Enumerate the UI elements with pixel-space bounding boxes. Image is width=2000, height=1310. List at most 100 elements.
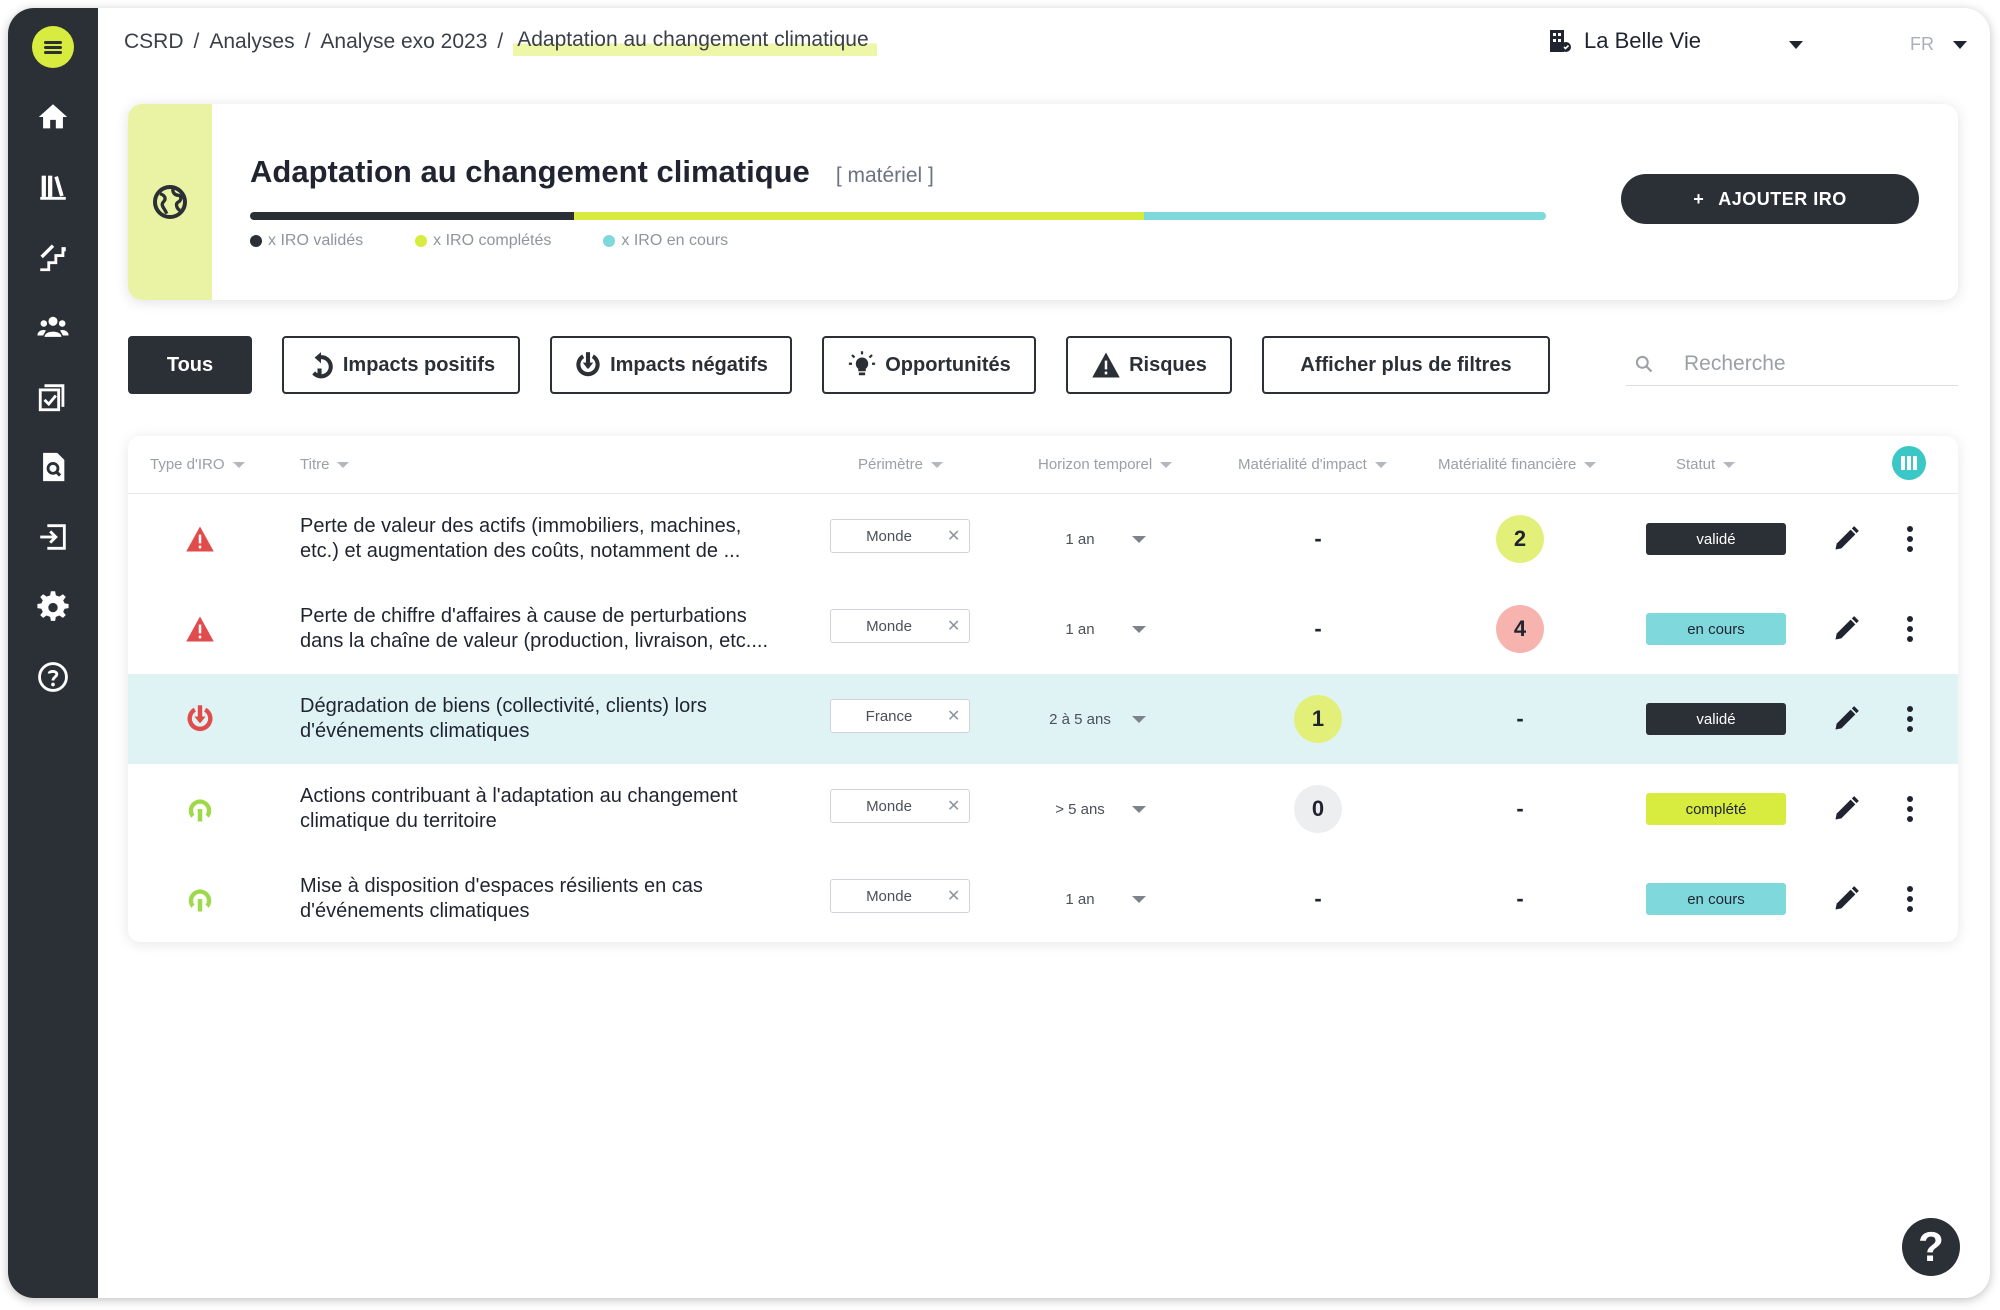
- iro-title[interactable]: Perte de valeur des actifs (immobiliers,…: [300, 494, 812, 584]
- edit-button[interactable]: [1828, 881, 1864, 917]
- edit-button[interactable]: [1828, 611, 1864, 647]
- sort-caret-icon: [1584, 461, 1597, 468]
- sidebar-item-users[interactable]: [8, 292, 98, 362]
- positive-impact-icon: [188, 889, 212, 912]
- building-icon: [1550, 30, 1571, 52]
- more-options-button[interactable]: [1892, 791, 1928, 827]
- horizon-value: > 5 ans: [1055, 800, 1105, 818]
- table-row[interactable]: Dégradation de biens (collectivité, clie…: [128, 674, 1958, 764]
- iro-title-line: Actions contribuant à l'adaptation au ch…: [300, 785, 738, 807]
- column-header-title[interactable]: Titre: [300, 456, 350, 473]
- column-header-perimeter[interactable]: Périmètre: [858, 456, 944, 473]
- materiality-tag: [ matériel ]: [835, 164, 934, 187]
- chevron-down-icon: [1132, 625, 1146, 633]
- progress-legend: x IRO validés x IRO complétés x IRO en cou…: [250, 232, 728, 250]
- close-icon[interactable]: ✕: [947, 886, 960, 906]
- column-header-horizon[interactable]: Horizon temporel: [1038, 456, 1173, 473]
- more-filters-button[interactable]: Afficher plus de filtres: [1262, 336, 1550, 394]
- iro-title-line: dans la chaîne de valeur (production, li…: [300, 630, 769, 652]
- warning-icon: [1092, 352, 1120, 378]
- horizon-dropdown[interactable]: 1 an: [1038, 884, 1164, 914]
- iro-title[interactable]: Perte de chiffre d'affaires à cause de p…: [300, 584, 812, 674]
- chevron-down-icon: [1132, 535, 1146, 543]
- chevron-down-icon: [1953, 40, 1967, 49]
- edit-button[interactable]: [1828, 701, 1864, 737]
- iro-title[interactable]: Dégradation de biens (collectivité, clie…: [300, 674, 812, 764]
- filter-opportunities-label: Opportunités: [885, 353, 1011, 376]
- pencil-icon: [1835, 796, 1859, 820]
- gear-icon: [37, 591, 69, 621]
- column-header-title-label: Titre: [300, 456, 330, 473]
- sidebar-item-search-document[interactable]: [8, 432, 98, 502]
- iro-type-cell: [180, 764, 220, 854]
- horizon-dropdown[interactable]: 2 à 5 ans: [1038, 704, 1164, 734]
- more-options-button[interactable]: [1892, 611, 1928, 647]
- table-row[interactable]: Actions contribuant à l'adaptation au ch…: [128, 764, 1958, 854]
- more-vertical-icon: [1907, 526, 1913, 552]
- column-header-status[interactable]: Statut: [1676, 456, 1736, 473]
- column-header-status-label: Statut: [1676, 456, 1716, 473]
- horizon-value: 1 an: [1065, 530, 1095, 548]
- more-options-button[interactable]: [1892, 521, 1928, 557]
- table-row[interactable]: Mise à disposition d'espaces résilients …: [128, 854, 1958, 942]
- status-badge: validé: [1646, 523, 1786, 555]
- horizon-dropdown[interactable]: > 5 ans: [1038, 794, 1164, 824]
- perimeter-label: Monde: [866, 617, 912, 635]
- breadcrumb-csrd[interactable]: CSRD: [124, 30, 184, 54]
- add-iro-button[interactable]: + AJOUTER IRO: [1621, 174, 1919, 224]
- sidebar-item-library[interactable]: [8, 152, 98, 222]
- close-icon[interactable]: ✕: [947, 796, 960, 816]
- filter-positive-impacts-button[interactable]: Impacts positifs: [282, 336, 520, 394]
- language-selector[interactable]: FR: [1910, 34, 1968, 55]
- breadcrumb-analysis[interactable]: Analyse exo 2023: [320, 30, 487, 54]
- search-input[interactable]: [1684, 351, 1944, 376]
- filter-risks-button[interactable]: Risques: [1066, 336, 1232, 394]
- column-settings-button[interactable]: [1892, 446, 1926, 480]
- home-icon: [38, 104, 68, 129]
- iro-title[interactable]: Actions contribuant à l'adaptation au ch…: [300, 764, 812, 854]
- iro-title-line: Mise à disposition d'espaces résilients …: [300, 875, 703, 897]
- iro-progress-bar: [250, 212, 1546, 220]
- breadcrumb-analyses[interactable]: Analyses: [209, 30, 294, 54]
- filter-all-button[interactable]: Tous: [128, 336, 252, 394]
- financial-materiality-score: 4: [1496, 605, 1544, 653]
- column-header-type[interactable]: Type d'IRO: [150, 456, 245, 473]
- chevron-down-icon[interactable]: [1788, 40, 1804, 50]
- breadcrumb: CSRD / Analyses / Analyse exo 2023 / Ada…: [124, 28, 877, 56]
- sidebar-item-import[interactable]: [8, 502, 98, 572]
- horizon-dropdown[interactable]: 1 an: [1038, 524, 1164, 554]
- sidebar-item-help[interactable]: [8, 642, 98, 712]
- sidebar-item-stairs[interactable]: [8, 222, 98, 292]
- iro-title[interactable]: Mise à disposition d'espaces résilients …: [300, 854, 812, 942]
- table-row[interactable]: Perte de valeur des actifs (immobiliers,…: [128, 494, 1958, 584]
- checklist-icon: [38, 384, 65, 412]
- more-vertical-icon: [1907, 886, 1913, 912]
- app-logo[interactable]: [32, 26, 74, 68]
- iro-type-cell: [180, 494, 220, 584]
- close-icon[interactable]: ✕: [947, 526, 960, 546]
- sort-caret-icon: [1374, 461, 1387, 468]
- organization-selector[interactable]: La Belle Vie: [1548, 28, 1701, 54]
- filter-negative-impacts-button[interactable]: Impacts négatifs: [550, 336, 792, 394]
- close-icon[interactable]: ✕: [947, 616, 960, 636]
- legend-item: x IRO complétés: [415, 232, 551, 250]
- close-icon[interactable]: ✕: [947, 706, 960, 726]
- more-vertical-icon: [1907, 796, 1913, 822]
- table-row[interactable]: Perte de chiffre d'affaires à cause de p…: [128, 584, 1958, 674]
- more-options-button[interactable]: [1892, 881, 1928, 917]
- filter-opportunities-button[interactable]: Opportunités: [822, 336, 1036, 394]
- pencil-icon: [1835, 616, 1859, 640]
- sidebar-item-settings[interactable]: [8, 572, 98, 642]
- sidebar-item-checklist[interactable]: [8, 362, 98, 432]
- help-button[interactable]: ?: [1902, 1218, 1960, 1276]
- perimeter-label: Monde: [866, 527, 912, 545]
- column-header-financial[interactable]: Matérialité financière: [1438, 456, 1597, 473]
- column-header-impact[interactable]: Matérialité d'impact: [1238, 456, 1387, 473]
- organization-name: La Belle Vie: [1584, 28, 1702, 53]
- horizon-dropdown[interactable]: 1 an: [1038, 614, 1164, 644]
- chevron-down-icon: [1132, 895, 1146, 903]
- edit-button[interactable]: [1828, 791, 1864, 827]
- more-options-button[interactable]: [1892, 701, 1928, 737]
- edit-button[interactable]: [1828, 521, 1864, 557]
- sidebar-item-home[interactable]: [8, 82, 98, 152]
